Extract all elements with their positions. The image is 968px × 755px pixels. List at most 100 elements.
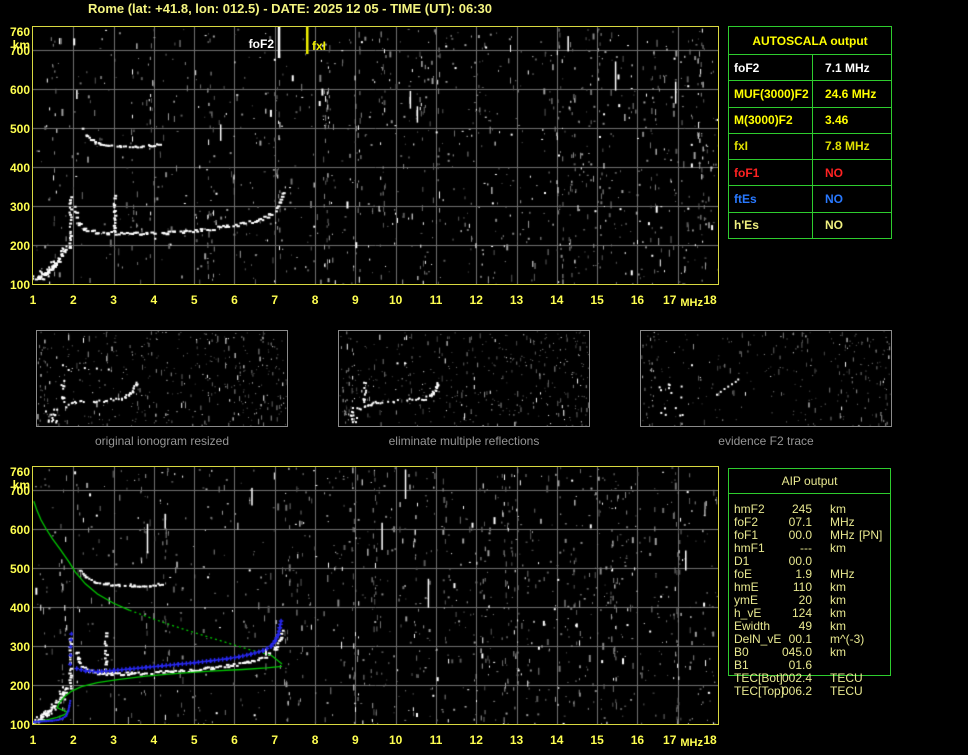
scaled-ionogram-plot: foF2 fxI bbox=[32, 26, 719, 285]
fof2-marker-label: foF2 bbox=[229, 37, 274, 51]
x-tick-label: 16 bbox=[631, 733, 644, 747]
thumbnail-f2-trace-evidence bbox=[640, 330, 892, 427]
x-tick-label: 16 bbox=[631, 293, 644, 307]
x-tick-label: 12 bbox=[470, 293, 483, 307]
x-tick-label: 4 bbox=[151, 733, 158, 747]
y-tick-label: 100 bbox=[10, 718, 30, 732]
x-tick-label: 3 bbox=[110, 733, 117, 747]
table-row: h'Es NO bbox=[729, 213, 891, 238]
y-tick-label: 400 bbox=[10, 601, 30, 615]
x-tick-label: 6 bbox=[231, 293, 238, 307]
x-tick-label: 17 bbox=[663, 293, 676, 307]
y-axis-unit-label: km bbox=[13, 38, 30, 52]
param-value: NO bbox=[813, 213, 891, 238]
y-tick-label: 100 bbox=[10, 278, 30, 292]
aip-row: TEC[Top]006.2TECU bbox=[728, 685, 891, 698]
table-row: M(3000)F2 3.46 bbox=[729, 108, 891, 134]
x-tick-label: 5 bbox=[191, 293, 198, 307]
profile-ionogram-plot bbox=[32, 466, 719, 725]
param-label: foF2 bbox=[729, 55, 813, 80]
x-axis-unit-label: MHz bbox=[680, 297, 703, 309]
x-tick-label: 10 bbox=[389, 293, 402, 307]
x-tick-label: 8 bbox=[312, 733, 319, 747]
aip-table: AIP output hmF2245kmfoF207.1MHzfoF100.0M… bbox=[728, 468, 891, 708]
table-row: foF2 7.1 MHz bbox=[729, 55, 891, 81]
param-label: fxI bbox=[729, 134, 813, 159]
x-tick-label: 8 bbox=[312, 293, 319, 307]
x-tick-label: 9 bbox=[352, 733, 359, 747]
param-label: foF1 bbox=[729, 160, 813, 185]
y-tick-label: 760 bbox=[10, 465, 30, 479]
param-value: 24.6 MHz bbox=[813, 81, 891, 106]
table-row: foF1 NO bbox=[729, 160, 891, 186]
x-tick-label: 1 bbox=[30, 293, 37, 307]
x-tick-label: 13 bbox=[510, 293, 523, 307]
page-title: Rome (lat: +41.8, lon: 012.5) - DATE: 20… bbox=[88, 1, 492, 16]
y-tick-label: 600 bbox=[10, 83, 30, 97]
x-axis-unit-label: MHz bbox=[680, 737, 703, 749]
x-tick-label: 2 bbox=[70, 733, 77, 747]
param-value: 3.46 bbox=[813, 108, 891, 133]
x-tick-label: 3 bbox=[110, 293, 117, 307]
x-tick-label: 17 bbox=[663, 733, 676, 747]
x-tick-label: 9 bbox=[352, 293, 359, 307]
x-tick-label: 1 bbox=[30, 733, 37, 747]
aip-table-header: AIP output bbox=[729, 469, 890, 494]
y-tick-label: 760 bbox=[10, 25, 30, 39]
y-tick-label: 400 bbox=[10, 161, 30, 175]
param-value: 006.2 bbox=[754, 685, 812, 698]
thumbnail-caption: eliminate multiple reflections bbox=[338, 434, 590, 448]
x-tick-label: 12 bbox=[470, 733, 483, 747]
param-label: ftEs bbox=[729, 186, 813, 211]
x-tick-label: 18 bbox=[703, 293, 716, 307]
autoscala-table-header: AUTOSCALA output bbox=[729, 27, 891, 55]
x-tick-label: 11 bbox=[430, 293, 443, 307]
param-unit: TECU bbox=[830, 685, 863, 698]
param-label: M(3000)F2 bbox=[729, 108, 813, 133]
param-unit: km bbox=[830, 646, 846, 659]
x-tick-label: 4 bbox=[151, 293, 158, 307]
y-tick-label: 200 bbox=[10, 239, 30, 253]
table-row: fxI 7.8 MHz bbox=[729, 134, 891, 160]
thumbnail-caption: original ionogram resized bbox=[36, 434, 288, 448]
x-tick-label: 2 bbox=[70, 293, 77, 307]
param-value: NO bbox=[813, 186, 891, 211]
x-tick-label: 13 bbox=[510, 733, 523, 747]
param-label: MUF(3000)F2 bbox=[729, 81, 813, 106]
y-tick-label: 500 bbox=[10, 562, 30, 576]
x-tick-label: 15 bbox=[590, 733, 603, 747]
fxi-marker-label: fxI bbox=[312, 39, 326, 53]
thumbnail-original-ionogram bbox=[36, 330, 288, 427]
thumbnail-canvas bbox=[339, 331, 589, 426]
x-tick-label: 14 bbox=[550, 293, 563, 307]
autoscala-table: AUTOSCALA output foF2 7.1 MHz MUF(3000)F… bbox=[728, 26, 892, 239]
autoscala-screen: Rome (lat: +41.8, lon: 012.5) - DATE: 20… bbox=[0, 0, 968, 755]
param-value: 7.8 MHz bbox=[813, 134, 891, 159]
x-tick-label: 5 bbox=[191, 733, 198, 747]
thumbnail-canvas bbox=[641, 331, 891, 426]
y-tick-label: 300 bbox=[10, 200, 30, 214]
thumbnail-caption: evidence F2 trace bbox=[640, 434, 892, 448]
thumbnail-canvas bbox=[37, 331, 287, 426]
y-tick-label: 300 bbox=[10, 640, 30, 654]
param-value: NO bbox=[813, 160, 891, 185]
param-unit: km bbox=[830, 542, 846, 555]
y-tick-label: 200 bbox=[10, 679, 30, 693]
table-row: MUF(3000)F2 24.6 MHz bbox=[729, 81, 891, 107]
param-label: h'Es bbox=[729, 213, 813, 238]
scaled-ionogram-canvas bbox=[33, 27, 718, 284]
y-tick-label: 600 bbox=[10, 523, 30, 537]
y-tick-label: 500 bbox=[10, 122, 30, 136]
x-tick-label: 7 bbox=[271, 293, 278, 307]
param-note: [PN] bbox=[859, 529, 882, 542]
y-axis-unit-label: km bbox=[13, 478, 30, 492]
x-tick-label: 11 bbox=[430, 733, 443, 747]
x-tick-label: 10 bbox=[389, 733, 402, 747]
x-tick-label: 7 bbox=[271, 733, 278, 747]
thumbnail-multiple-reflections-removed bbox=[338, 330, 590, 427]
x-tick-label: 18 bbox=[703, 733, 716, 747]
profile-ionogram-canvas bbox=[33, 467, 718, 724]
param-value: 7.1 MHz bbox=[813, 55, 891, 80]
x-tick-label: 14 bbox=[550, 733, 563, 747]
x-tick-label: 15 bbox=[590, 293, 603, 307]
